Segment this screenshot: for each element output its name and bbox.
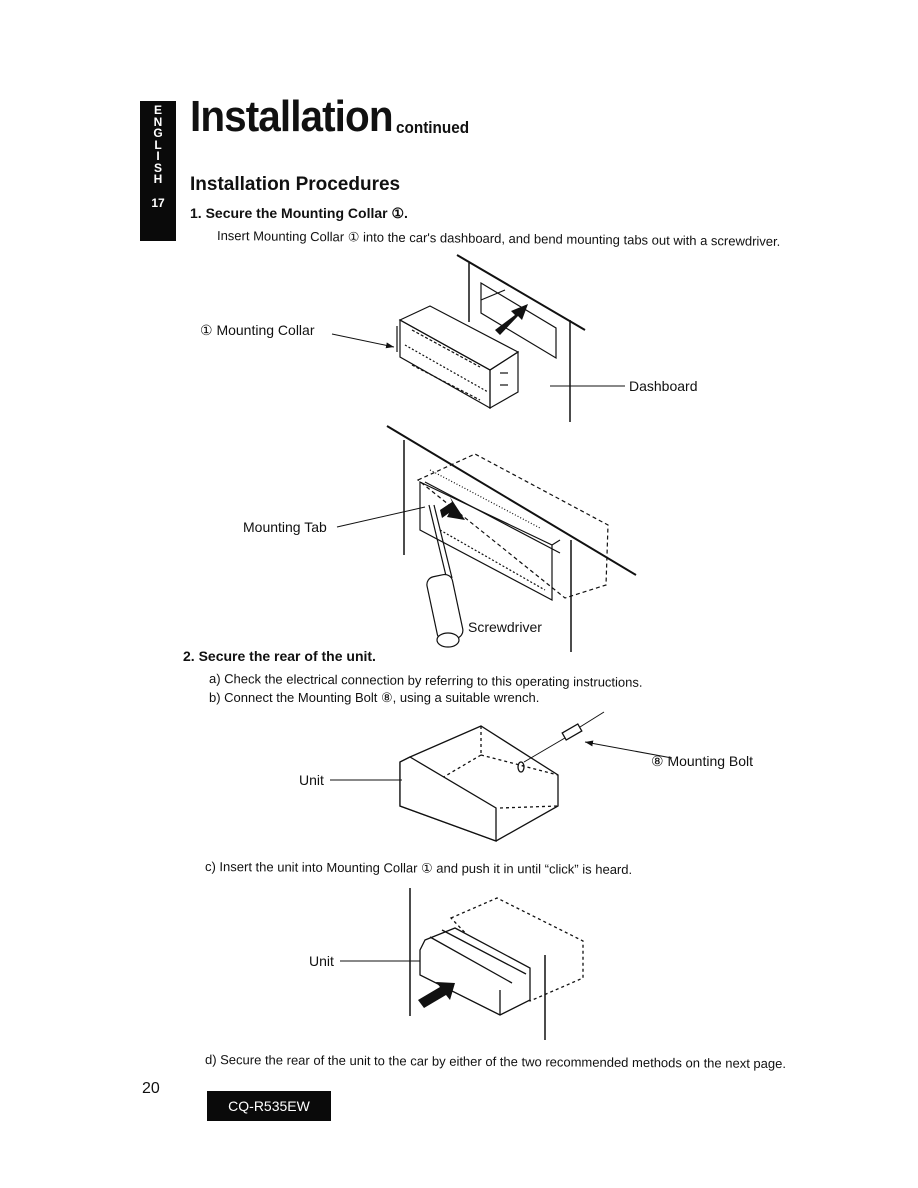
push-arrow-icon <box>418 982 455 1008</box>
figure-insert-unit <box>340 888 584 1040</box>
screwdriver-label: Screwdriver <box>468 619 542 635</box>
page-number: 20 <box>142 1080 160 1097</box>
figure-mounting-collar <box>331 254 625 422</box>
dashboard-label: Dashboard <box>629 378 698 394</box>
mounting-bolt-icon <box>561 711 605 741</box>
mounting-tab-leader <box>336 506 426 528</box>
model-badge: CQ-R535EW <box>207 1091 331 1121</box>
screwdriver-icon <box>426 504 464 648</box>
figure-mounting-bolt <box>330 711 673 842</box>
mounting-bolt-label: ⑧ Mounting Bolt <box>651 753 754 769</box>
step-2c: c) Insert the unit into Mounting Collar … <box>204 859 633 877</box>
mounting-collar-label: ① Mounting Collar <box>200 322 315 338</box>
step-2b: b) Connect the Mounting Bolt ⑧, using a … <box>209 690 540 705</box>
mounting-tab-label: Mounting Tab <box>243 519 327 535</box>
unit-label-fig3: Unit <box>299 772 324 788</box>
step-2-title: 2. Secure the rear of the unit. <box>183 648 376 664</box>
model-name: CQ-R535EW <box>228 1098 310 1114</box>
mounting-collar-drawing <box>396 305 520 410</box>
installation-illustrations <box>330 254 673 1040</box>
unit-label-fig4: Unit <box>309 953 334 969</box>
dashboard-drawing <box>456 254 586 422</box>
mounting-collar-leader <box>331 333 395 349</box>
insert-arrow-icon <box>495 304 528 335</box>
